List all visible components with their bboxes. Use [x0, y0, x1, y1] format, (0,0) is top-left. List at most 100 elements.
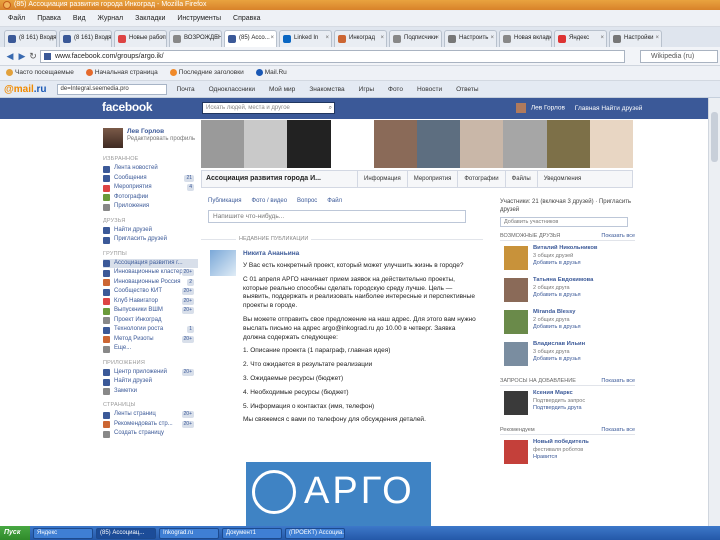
close-icon[interactable]: ×	[655, 31, 659, 46]
browser-tab[interactable]: ВОЗРОЖДЕНИЕ×	[169, 30, 222, 47]
avatar[interactable]	[504, 278, 528, 302]
group-name[interactable]: Ассоциация развития города И...	[206, 175, 321, 182]
sidebar-item[interactable]: Ленты страниц 20+	[103, 410, 198, 420]
back-arrow-icon[interactable]: ◀	[4, 50, 16, 62]
taskbar-task[interactable]: Inkograd.ru	[159, 527, 219, 539]
browser-tab[interactable]: Настройки ×	[609, 30, 662, 47]
facebook-logo[interactable]: facebook	[102, 100, 153, 114]
add-friend-button[interactable]: Добавить в друзья	[533, 292, 581, 298]
post-image[interactable]: АРГО	[246, 462, 431, 526]
reload-icon[interactable]: ↻	[27, 50, 39, 62]
browser-tab[interactable]: (8 161) Входящие×	[59, 30, 112, 47]
taskbar-task[interactable]: Документ1	[222, 527, 282, 539]
sidebar-item[interactable]: Клуб Навигатор 20+	[103, 297, 198, 307]
close-icon[interactable]: ×	[435, 31, 439, 46]
mailru-logo[interactable]: @mail.ru	[4, 84, 47, 95]
sidebar-item[interactable]: Метод Ризоты 20+	[103, 335, 198, 345]
cover-member-photo[interactable]	[460, 120, 504, 168]
add-friend-button[interactable]: Добавить в друзья	[533, 324, 581, 330]
composer-input[interactable]: Напишите что-нибудь...	[208, 210, 466, 223]
url-input[interactable]: www.facebook.com/groups/argo.ik/	[40, 50, 625, 63]
header-user-name[interactable]: Лев Горлов	[531, 105, 565, 112]
group-tab[interactable]: Уведомления	[536, 171, 588, 187]
close-icon[interactable]: ×	[105, 31, 109, 46]
mailru-link[interactable]: Ответы	[456, 86, 478, 93]
bookmark-item[interactable]: Начальная страница	[85, 69, 158, 77]
add-friend-button[interactable]: Добавить в друзья	[533, 260, 581, 266]
menu-item[interactable]: Инструменты	[177, 15, 221, 22]
sidebar-item[interactable]: Приложения	[103, 202, 198, 212]
sidebar-item[interactable]: Лента новостей	[103, 164, 198, 174]
browser-tab[interactable]: Новая вкладка ×	[499, 30, 552, 47]
cover-member-photo[interactable]	[503, 120, 547, 168]
group-tab[interactable]: Мероприятия	[406, 171, 458, 187]
mailru-search-input[interactable]: de=Integral.seemedia.pro	[56, 83, 167, 95]
members-summary[interactable]: Участники: 21 (включая 3 друзей) · Пригл…	[500, 198, 635, 214]
mailru-link[interactable]: Игры	[359, 86, 374, 93]
close-icon[interactable]: ×	[600, 31, 604, 46]
avatar[interactable]	[504, 440, 528, 464]
suggestion-name[interactable]: Владислав Ильин	[533, 341, 585, 347]
sidebar-item[interactable]: Инновационные Россия 2	[103, 278, 198, 288]
sidebar-item[interactable]: Рекомендовать стр... 20+	[103, 420, 198, 430]
profile-picture[interactable]	[103, 128, 123, 148]
avatar[interactable]	[504, 391, 528, 415]
close-icon[interactable]: ×	[325, 31, 329, 46]
composer-tab[interactable]: Вопрос	[297, 198, 317, 204]
avatar[interactable]	[504, 342, 528, 366]
cover-member-photo[interactable]	[287, 120, 331, 168]
profile-name[interactable]: Лев Горлов	[127, 128, 164, 135]
close-icon[interactable]: ×	[270, 31, 274, 46]
menu-item[interactable]: Справка	[233, 15, 260, 22]
menu-item[interactable]: Правка	[37, 15, 61, 22]
browser-tab[interactable]: Яндекс ×	[554, 30, 607, 47]
taskbar-task[interactable]: (85) Ассоциац...	[96, 527, 156, 539]
sidebar-item[interactable]: Сообщество КИТ 20+	[103, 287, 198, 297]
sidebar-item[interactable]: Проект Инкоград	[103, 316, 198, 326]
sidebar-item[interactable]: Технологии роста 1	[103, 325, 198, 335]
close-icon[interactable]: ×	[490, 31, 494, 46]
edit-profile-link[interactable]: Редактировать профиль	[127, 136, 197, 143]
close-icon[interactable]: ×	[160, 31, 164, 46]
cover-member-photo[interactable]	[201, 120, 245, 168]
bookmark-item[interactable]: Часто посещаемые	[6, 69, 74, 77]
start-button[interactable]: Пуск	[0, 526, 30, 540]
browser-tab[interactable]: Linked In ×	[279, 30, 332, 47]
sidebar-item[interactable]: Найти друзей	[103, 377, 198, 387]
avatar[interactable]	[504, 246, 528, 270]
close-icon[interactable]: ×	[215, 31, 219, 46]
feed-sort-label[interactable]: НЕДАВНИЕ ПУБЛИКАЦИИ	[236, 236, 312, 242]
group-tab[interactable]: Информация	[357, 171, 407, 187]
recommended-see-all-link[interactable]: Показать все	[601, 427, 635, 433]
menu-item[interactable]: Журнал	[98, 15, 124, 22]
sidebar-item[interactable]: Инновационные кластеры 20+	[103, 268, 198, 278]
sidebar-item[interactable]: Еще...	[103, 344, 198, 354]
group-cover-photo[interactable]	[201, 120, 634, 168]
scrollbar-thumb[interactable]	[711, 112, 718, 162]
cover-member-photo[interactable]	[330, 120, 374, 168]
suggestion-name[interactable]: Татьяна Евдокимова	[533, 277, 593, 283]
browser-tab[interactable]: Настроить ×	[444, 30, 497, 47]
mailru-link[interactable]: Новости	[417, 86, 442, 93]
sidebar-item[interactable]: Заметки	[103, 387, 198, 397]
close-icon[interactable]: ×	[380, 31, 384, 46]
sidebar-item[interactable]: Фотографии	[103, 193, 198, 203]
taskbar-task[interactable]: (ПРОЕКТ) Ассоциа...	[285, 527, 345, 539]
sidebar-profile[interactable]: Лев Горлов Редактировать профиль	[103, 128, 198, 150]
facebook-search-input[interactable]: Искать людей, места и другое ⌕	[202, 102, 335, 114]
browser-tab[interactable]: (85) Ассо... ×	[224, 30, 277, 47]
sidebar-item[interactable]: Пригласить друзей	[103, 235, 198, 245]
recommended-name[interactable]: Новый победитель	[533, 439, 589, 445]
post-author-avatar[interactable]	[210, 250, 236, 276]
avatar[interactable]	[504, 310, 528, 334]
close-icon[interactable]: ×	[545, 31, 549, 46]
like-button[interactable]: Нравится	[533, 454, 557, 460]
sidebar-item[interactable]: Мероприятия 4	[103, 183, 198, 193]
confirm-request-button[interactable]: Подтвердить друга	[533, 405, 582, 411]
sidebar-item[interactable]: Создать страницу	[103, 429, 198, 439]
add-friend-button[interactable]: Добавить в друзья	[533, 356, 581, 362]
cover-member-photo[interactable]	[244, 120, 288, 168]
menu-item[interactable]: Закладки	[135, 15, 165, 22]
facebook-user-menu[interactable]: Лев Горлов Главная Найти друзей	[516, 103, 642, 113]
suggestions-see-all-link[interactable]: Показать все	[601, 233, 635, 239]
